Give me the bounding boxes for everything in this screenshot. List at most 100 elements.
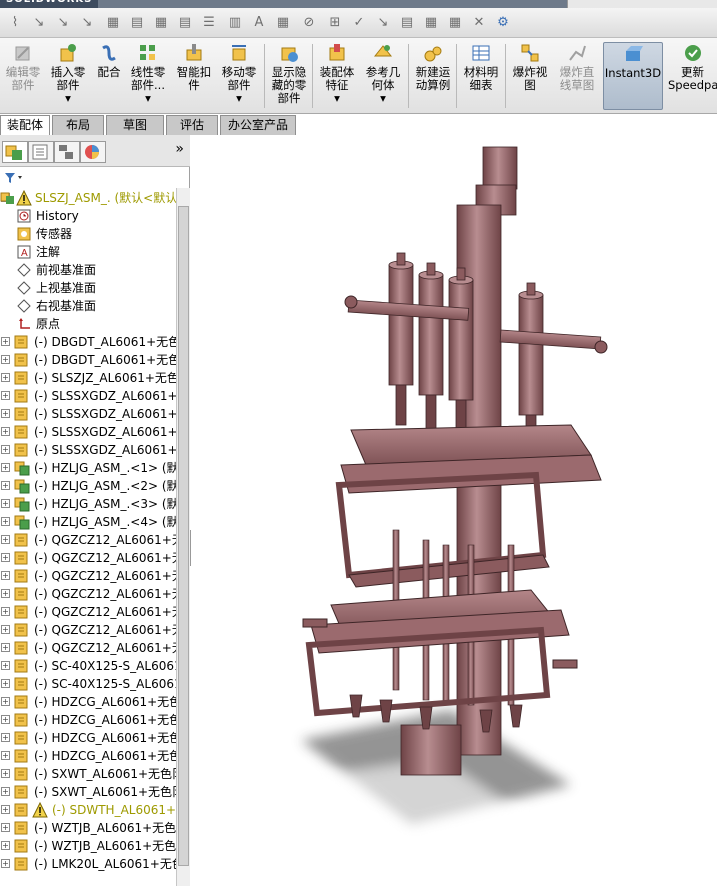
- spec-icon[interactable]: ▥: [226, 14, 244, 32]
- tree-part-item[interactable]: + (-) SXWT_AL6061+无色阝: [0, 765, 176, 783]
- expand-toggle[interactable]: +: [1, 481, 10, 490]
- table-icon[interactable]: ▤: [398, 14, 416, 32]
- expand-toggle[interactable]: +: [1, 733, 10, 742]
- expand-toggle[interactable]: +: [1, 787, 10, 796]
- tab-evaluate[interactable]: 评估: [166, 115, 218, 135]
- balloon-icon[interactable]: ⊘: [300, 14, 318, 32]
- feature-manager-tab[interactable]: [2, 141, 28, 163]
- tree-part-item[interactable]: + (-) DBGDT_AL6061+无色: [0, 351, 176, 369]
- table-icon[interactable]: ▤: [176, 14, 194, 32]
- tab-sketch[interactable]: 草图: [106, 115, 164, 135]
- expand-toggle[interactable]: +: [1, 463, 10, 472]
- expand-toggle[interactable]: +: [1, 823, 10, 832]
- expand-toggle[interactable]: +: [1, 697, 10, 706]
- expand-toggle[interactable]: +: [1, 751, 10, 760]
- assembly-feature-button[interactable]: 装配体特征 ▾: [316, 42, 358, 110]
- tree-part-item[interactable]: + (-) SLSSXGDZ_AL6061+无: [0, 441, 176, 459]
- move-component-button[interactable]: 移动零部件 ▾: [218, 42, 260, 110]
- edit-component-button[interactable]: 编辑零部件: [2, 42, 44, 110]
- tree-part-item[interactable]: + (-) SC-40X125-S_AL6061: [0, 657, 176, 675]
- tree-part-item[interactable]: + (-) QGZCZ12_AL6061+无: [0, 603, 176, 621]
- tree-part-item[interactable]: + (-) HDZCG_AL6061+无色: [0, 711, 176, 729]
- tree-part-item[interactable]: + (-) SLSSXGDZ_AL6061+无: [0, 405, 176, 423]
- show-hidden-components-button[interactable]: 显示隐藏的零部件: [268, 42, 310, 110]
- tree-feature-item[interactable]: 前视基准面: [0, 261, 176, 279]
- arrow-icon[interactable]: ↘: [374, 14, 392, 32]
- tree-part-item[interactable]: + (-) QGZCZ12_AL6061+无: [0, 549, 176, 567]
- mark-icon[interactable]: ✓: [350, 14, 368, 32]
- table-icon[interactable]: ▤: [128, 14, 146, 32]
- graphics-area[interactable]: [191, 135, 717, 886]
- grid-icon[interactable]: ▦: [422, 14, 440, 32]
- expand-toggle[interactable]: +: [1, 553, 10, 562]
- tree-part-item[interactable]: + (-) SC-40X125-S_AL6061: [0, 675, 176, 693]
- tree-part-item[interactable]: + (-) SLSSXGDZ_AL6061+无: [0, 387, 176, 405]
- expand-toggle[interactable]: +: [1, 805, 10, 814]
- expand-toggle[interactable]: +: [1, 841, 10, 850]
- expand-toggle[interactable]: +: [1, 769, 10, 778]
- arrow-icon[interactable]: ↘: [30, 14, 48, 32]
- tab-layout[interactable]: 布局: [52, 115, 104, 135]
- smart-fastener-button[interactable]: 智能扣件: [174, 42, 214, 110]
- tree-part-item[interactable]: + (-) SLSZJZ_AL6061+无色: [0, 369, 176, 387]
- configuration-manager-tab[interactable]: [54, 141, 80, 163]
- tree-subassembly-item[interactable]: + (-) HZLJG_ASM_.<1> (默: [0, 459, 176, 477]
- expand-toggle[interactable]: +: [1, 607, 10, 616]
- assembly-model-view[interactable]: [191, 135, 717, 886]
- mate-button[interactable]: 配合: [92, 42, 126, 110]
- tree-root[interactable]: − SLSZJ_ASM_. (默认<默认: [0, 189, 176, 207]
- filter-icon[interactable]: [4, 171, 24, 185]
- expand-toggle[interactable]: +: [1, 517, 10, 526]
- exploded-view-button[interactable]: 爆炸视图: [509, 42, 551, 110]
- scrollbar-thumb[interactable]: [178, 206, 189, 866]
- expand-toggle[interactable]: +: [1, 409, 10, 418]
- new-motion-study-button[interactable]: 新建运动算例: [412, 42, 454, 110]
- tree-part-item[interactable]: + (-) DBGDT_AL6061+无色: [0, 333, 176, 351]
- tree-part-item[interactable]: + (-) WZTJB_AL6061+无色: [0, 819, 176, 837]
- sketch-icon[interactable]: ⌇: [6, 14, 24, 32]
- tree-feature-item[interactable]: 上视基准面: [0, 279, 176, 297]
- expand-toggle[interactable]: +: [1, 499, 10, 508]
- insert-component-button[interactable]: 插入零部件 ▾: [48, 42, 88, 110]
- update-speedpak-button[interactable]: 更新Speedpa: [668, 42, 717, 110]
- tree-part-item[interactable]: + (-) QGZCZ12_AL6061+无: [0, 567, 176, 585]
- tree-part-item[interactable]: + (-) QGZCZ12_AL6061+无: [0, 531, 176, 549]
- expand-toggle[interactable]: +: [1, 643, 10, 652]
- expand-toggle[interactable]: +: [1, 859, 10, 868]
- grid-icon[interactable]: ▦: [152, 14, 170, 32]
- tree-subassembly-item[interactable]: + (-) HZLJG_ASM_.<4> (默: [0, 513, 176, 531]
- expand-toggle[interactable]: +: [1, 391, 10, 400]
- explode-line-sketch-button[interactable]: 爆炸直线草图: [555, 42, 599, 110]
- expand-toggle[interactable]: +: [1, 427, 10, 436]
- settings-icon[interactable]: ⚙: [494, 14, 512, 32]
- expand-toggle[interactable]: +: [1, 355, 10, 364]
- grid-icon[interactable]: ▦: [274, 14, 292, 32]
- grid-icon[interactable]: ▦: [446, 14, 464, 32]
- linear-pattern-button[interactable]: 线性零部件... ▾: [128, 42, 168, 110]
- expand-toggle[interactable]: +: [1, 715, 10, 724]
- expand-toggle[interactable]: +: [1, 445, 10, 454]
- tools-icon[interactable]: ✕: [470, 14, 488, 32]
- expand-toggle[interactable]: +: [1, 661, 10, 670]
- expand-toggle[interactable]: +: [1, 337, 10, 346]
- tree-part-item[interactable]: + (-) SXWT_AL6061+无色阝: [0, 783, 176, 801]
- tree-part-item[interactable]: + (-) LMK20L_AL6061+无色: [0, 855, 176, 873]
- tree-part-item[interactable]: + (-) SDWTH_AL6061+无: [0, 801, 176, 819]
- expand-toggle[interactable]: +: [1, 625, 10, 634]
- tree-part-item[interactable]: + (-) SLSSXGDZ_AL6061+无: [0, 423, 176, 441]
- tree-part-item[interactable]: + (-) HDZCG_AL6061+无色: [0, 693, 176, 711]
- tree-part-item[interactable]: + (-) QGZCZ12_AL6061+无: [0, 585, 176, 603]
- help-search-area[interactable]: [567, 0, 717, 8]
- tree-feature-item[interactable]: 原点: [0, 315, 176, 333]
- tab-assembly[interactable]: 装配体: [0, 115, 50, 135]
- tree-feature-item[interactable]: A 注解: [0, 243, 176, 261]
- arrow-icon[interactable]: ↘: [78, 14, 96, 32]
- tree-part-item[interactable]: + (-) QGZCZ12_AL6061+无: [0, 639, 176, 657]
- instant3d-button[interactable]: Instant3D: [603, 42, 663, 110]
- expand-toggle[interactable]: +: [1, 373, 10, 382]
- tree-subassembly-item[interactable]: + (-) HZLJG_ASM_.<2> (默: [0, 477, 176, 495]
- expand-toggle[interactable]: +: [1, 679, 10, 688]
- dimension-icon[interactable]: ⊞: [326, 14, 344, 32]
- format-icon[interactable]: A: [250, 14, 268, 32]
- tree-scrollbar[interactable]: [176, 188, 190, 886]
